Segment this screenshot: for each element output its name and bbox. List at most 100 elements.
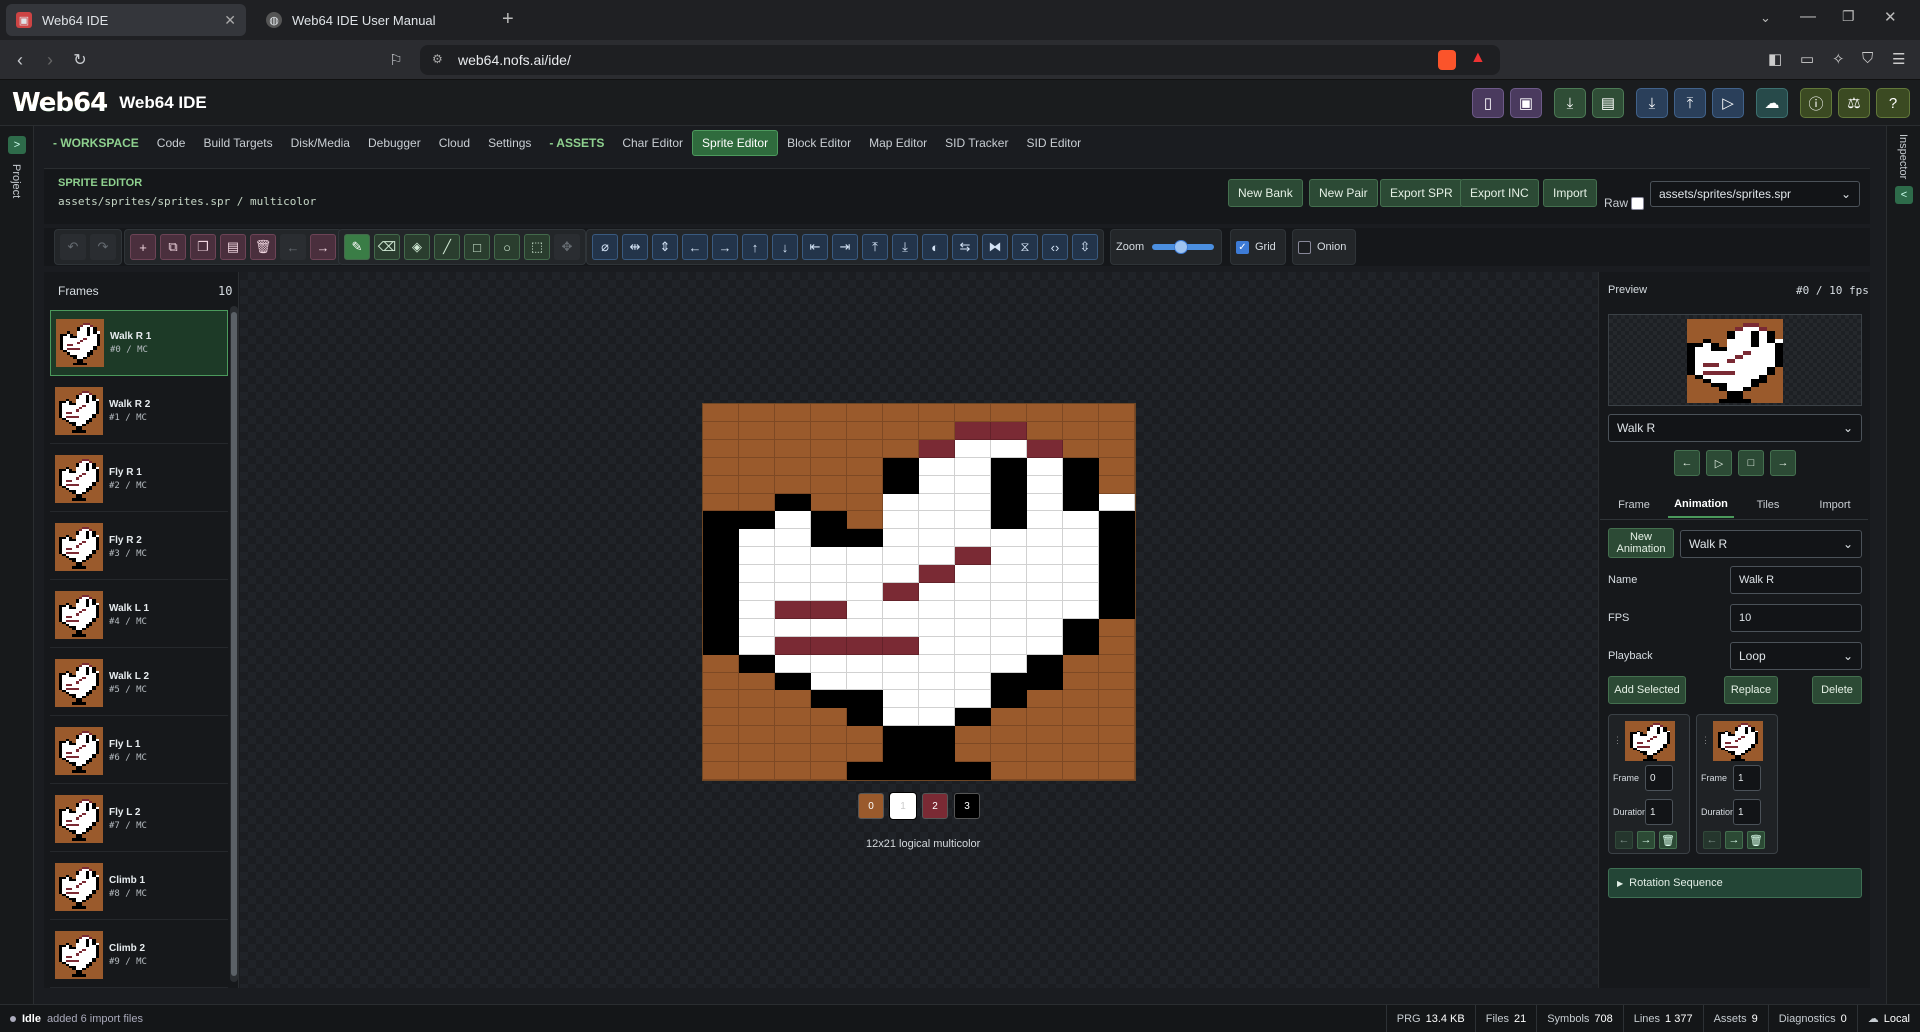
nav-item-sid-tracker[interactable]: SID Tracker bbox=[936, 131, 1017, 155]
sprite-pixel[interactable] bbox=[991, 654, 1027, 673]
wallet-icon[interactable]: ▭ bbox=[1800, 50, 1814, 68]
sprite-pixel[interactable] bbox=[1099, 708, 1135, 727]
sprite-pixel[interactable] bbox=[739, 404, 775, 422]
sprite-pixel[interactable] bbox=[1027, 475, 1063, 494]
sprite-pixel[interactable] bbox=[1099, 583, 1135, 601]
sprite-pixel[interactable] bbox=[847, 726, 883, 745]
sprite-pixel[interactable] bbox=[919, 475, 955, 494]
sprite-pixel[interactable] bbox=[847, 493, 883, 512]
sprite-pixel[interactable] bbox=[703, 726, 739, 745]
sprite-pixel[interactable] bbox=[703, 457, 739, 476]
sprite-pixel[interactable] bbox=[739, 672, 775, 691]
sprite-pixel[interactable] bbox=[811, 457, 847, 476]
sprite-pixel[interactable] bbox=[775, 654, 811, 673]
sprite-pixel[interactable] bbox=[1027, 618, 1063, 637]
sprite-pixel[interactable] bbox=[1027, 654, 1063, 673]
sprite-pixel[interactable] bbox=[847, 618, 883, 637]
sprite-pixel[interactable] bbox=[1099, 529, 1135, 548]
sprite-pixel[interactable] bbox=[847, 690, 883, 709]
sprite-pixel[interactable] bbox=[919, 421, 955, 440]
sprite-pixel[interactable] bbox=[919, 439, 955, 458]
leo-ai-icon[interactable]: ✧ bbox=[1832, 50, 1845, 68]
collapse-inspector-icon[interactable]: < bbox=[1895, 186, 1913, 204]
sprite-pixel[interactable] bbox=[1099, 457, 1135, 476]
sprite-pixel[interactable] bbox=[739, 654, 775, 673]
sprite-pixel[interactable] bbox=[847, 583, 883, 601]
tab-list-chevron-icon[interactable]: ⌄ bbox=[1760, 10, 1771, 26]
sprite-pixel[interactable] bbox=[1063, 529, 1099, 548]
nav-item-char-editor[interactable]: Char Editor bbox=[613, 131, 692, 155]
sprite-pixel[interactable] bbox=[847, 547, 883, 566]
sprite-pixel[interactable] bbox=[847, 529, 883, 548]
browser-tab-web64-ide[interactable]: ▣ Web64 IDE ✕ bbox=[6, 4, 246, 36]
sprite-pixel[interactable] bbox=[991, 600, 1027, 619]
drag-handle-icon[interactable]: ⋮ bbox=[1701, 735, 1710, 746]
sprite-pixel[interactable] bbox=[1063, 726, 1099, 745]
sprite-pixel[interactable] bbox=[1099, 493, 1135, 512]
nav-item-disk-media[interactable]: Disk/Media bbox=[282, 131, 359, 155]
fps-input[interactable]: 10 bbox=[1730, 604, 1862, 632]
palette-color-0[interactable]: 0 bbox=[858, 793, 884, 819]
sprite-pixel[interactable] bbox=[811, 618, 847, 637]
sprite-pixel[interactable] bbox=[775, 493, 811, 512]
sprite-pixel[interactable] bbox=[703, 421, 739, 440]
frame-item[interactable]: Climb 2 #9 / MC bbox=[50, 922, 228, 988]
sprite-pixel[interactable] bbox=[739, 565, 775, 584]
sprite-pixel[interactable] bbox=[703, 744, 739, 763]
mirror-horizontal-icon[interactable]: ⧓ bbox=[982, 234, 1008, 260]
card-delete-icon[interactable]: 🗑 bbox=[1747, 831, 1765, 849]
vpn-icon[interactable]: ⛉ bbox=[1862, 50, 1873, 67]
sprite-pixel[interactable] bbox=[847, 475, 883, 494]
expand-project-icon[interactable]: > bbox=[8, 136, 26, 154]
new-pair-button[interactable]: New Pair bbox=[1309, 179, 1378, 207]
new-file-button[interactable]: ▯ bbox=[1472, 88, 1504, 118]
animation-name-input[interactable]: Walk R bbox=[1730, 566, 1862, 594]
sprite-pixel[interactable] bbox=[955, 636, 991, 655]
palette-color-3[interactable]: 3 bbox=[954, 793, 980, 819]
sprite-pixel[interactable] bbox=[1027, 404, 1063, 422]
sprite-pixel[interactable] bbox=[955, 690, 991, 709]
onion-toggle[interactable]: Onion bbox=[1292, 229, 1356, 265]
delete-animation-button[interactable]: Delete bbox=[1812, 676, 1862, 704]
sprite-pixel[interactable] bbox=[1027, 726, 1063, 745]
sprite-pixel[interactable] bbox=[739, 511, 775, 530]
sprite-pixel[interactable] bbox=[775, 565, 811, 584]
new-tab-icon[interactable]: + bbox=[502, 8, 514, 31]
sprite-pixel[interactable] bbox=[811, 672, 847, 691]
sprite-pixel[interactable] bbox=[775, 762, 811, 780]
sprite-pixel[interactable] bbox=[919, 529, 955, 548]
sprite-pixel[interactable] bbox=[883, 744, 919, 763]
sprite-pixel[interactable] bbox=[847, 654, 883, 673]
sprite-pixel[interactable] bbox=[703, 511, 739, 530]
sprite-pixel[interactable] bbox=[811, 421, 847, 440]
sprite-pixel[interactable] bbox=[955, 439, 991, 458]
align-left-icon[interactable]: ⇤ bbox=[802, 234, 828, 260]
sprite-pixel[interactable] bbox=[919, 583, 955, 601]
sprite-pixel[interactable] bbox=[1099, 421, 1135, 440]
sprite-pixel[interactable] bbox=[883, 421, 919, 440]
sprite-pixel[interactable] bbox=[991, 565, 1027, 584]
nav-item-sid-editor[interactable]: SID Editor bbox=[1017, 131, 1090, 155]
sprite-pixel[interactable] bbox=[775, 421, 811, 440]
sprite-pixel[interactable] bbox=[811, 493, 847, 512]
sprite-pixel[interactable] bbox=[991, 475, 1027, 494]
sprite-pixel[interactable] bbox=[811, 547, 847, 566]
sprite-pixel[interactable] bbox=[1099, 672, 1135, 691]
expand-horizontal-icon[interactable]: ‹› bbox=[1042, 234, 1068, 260]
sprite-pixel[interactable] bbox=[883, 726, 919, 745]
sprite-pixel[interactable] bbox=[919, 672, 955, 691]
sprite-pixel[interactable] bbox=[739, 762, 775, 780]
sprite-pixel[interactable] bbox=[991, 529, 1027, 548]
sprite-pixel[interactable] bbox=[739, 636, 775, 655]
sprite-pixel[interactable] bbox=[991, 493, 1027, 512]
replace-button[interactable]: Replace bbox=[1724, 676, 1778, 704]
sprite-pixel[interactable] bbox=[703, 547, 739, 566]
sprite-pixel[interactable] bbox=[883, 762, 919, 780]
sprite-pixel[interactable] bbox=[1099, 439, 1135, 458]
sidebar-toggle-icon[interactable]: ◧ bbox=[1768, 50, 1782, 68]
sprite-pixel[interactable] bbox=[847, 672, 883, 691]
sprite-pixel[interactable] bbox=[883, 439, 919, 458]
sprite-pixel[interactable] bbox=[811, 475, 847, 494]
sprite-pixel[interactable] bbox=[775, 475, 811, 494]
sprite-pixel[interactable] bbox=[775, 744, 811, 763]
